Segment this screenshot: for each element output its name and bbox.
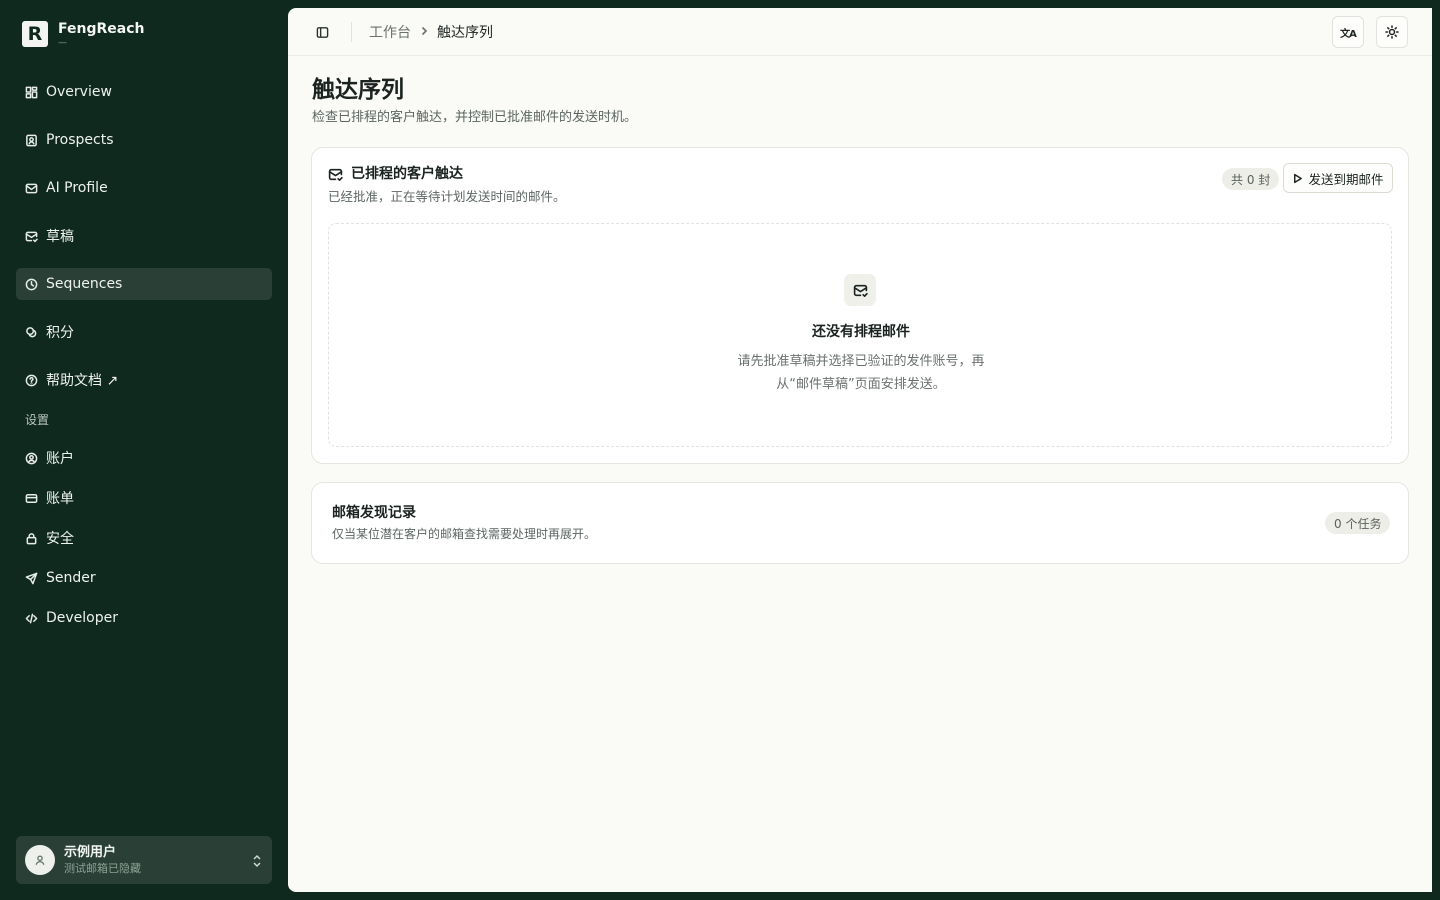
brand-name: FengReach bbox=[58, 21, 145, 37]
sidebar-item-label: 帮助文档 ↗ bbox=[46, 373, 119, 389]
topbar: 工作台 触达序列 文A bbox=[288, 8, 1432, 56]
sidebar-item-credits[interactable]: 积分 bbox=[16, 316, 272, 348]
play-icon bbox=[1294, 173, 1303, 183]
prospects-icon bbox=[25, 134, 38, 147]
theme-toggle-button[interactable] bbox=[1376, 16, 1408, 48]
sidebar-item-billing[interactable]: 账单 bbox=[16, 482, 272, 514]
page-description: 检查已排程的客户触达，并控制已批准邮件的发送时机。 bbox=[312, 110, 638, 125]
scheduled-card-description: 已经批准，正在等待计划发送时间的邮件。 bbox=[328, 189, 566, 204]
email-count-badge: 共 0 封 bbox=[1222, 168, 1280, 190]
sidebar-item-label: 积分 bbox=[46, 325, 74, 341]
user-email: 测试邮箱已隐藏 bbox=[64, 862, 141, 875]
sidebar-item-label: 账户 bbox=[46, 451, 74, 467]
empty-state-title: 还没有排程邮件 bbox=[812, 324, 910, 340]
lock-icon bbox=[25, 532, 38, 545]
topbar-divider bbox=[351, 22, 352, 42]
sun-icon bbox=[1385, 25, 1399, 39]
user-name: 示例用户 bbox=[64, 845, 117, 860]
sidebar-item-label: Sequences bbox=[46, 276, 123, 292]
sidebar-item-developer[interactable]: Developer bbox=[16, 602, 272, 634]
main-content: 工作台 触达序列 文A 触达序列 检查已排程的客户触达，并控制已批准邮件的发送时… bbox=[288, 8, 1432, 892]
send-due-emails-button[interactable]: 发送到期邮件 bbox=[1283, 163, 1393, 193]
clock-icon bbox=[25, 278, 38, 291]
user-circle-icon bbox=[25, 452, 38, 465]
sidebar-item-label: Overview bbox=[46, 84, 112, 100]
sidebar-item-label: Developer bbox=[46, 610, 119, 626]
discovery-card-title: 邮箱发现记录 bbox=[332, 505, 416, 521]
sidebar-item-drafts[interactable]: 草稿 bbox=[16, 220, 272, 252]
sidebar-item-sequences[interactable]: Sequences bbox=[16, 268, 272, 300]
dashboard-icon bbox=[25, 86, 38, 99]
brand[interactable]: R FengReach — bbox=[22, 20, 144, 48]
empty-state: 还没有排程邮件 请先批准草稿并选择已验证的发件账号，再从“邮件草稿”页面安排发送… bbox=[328, 223, 1392, 447]
empty-state-description: 请先批准草稿并选择已验证的发件账号，再从“邮件草稿”页面安排发送。 bbox=[737, 354, 985, 392]
brand-subtitle: — bbox=[58, 38, 67, 48]
translate-icon: 文A bbox=[1340, 28, 1357, 40]
breadcrumb: 工作台 触达序列 bbox=[369, 22, 493, 42]
settings-nav: 账户 账单 安全 Sender Developer bbox=[16, 442, 272, 634]
main-nav: Overview Prospects AI Profile 草稿 Sequenc… bbox=[16, 76, 272, 642]
sidebar-item-label: Prospects bbox=[46, 132, 114, 148]
email-discovery-card[interactable]: 邮箱发现记录 仅当某位潜在客户的邮箱查找需要处理时再展开。 0 个任务 bbox=[311, 482, 1409, 564]
brand-logo-icon: R bbox=[22, 21, 48, 47]
sidebar-toggle-button[interactable] bbox=[314, 24, 330, 40]
profile-icon bbox=[25, 182, 38, 195]
send-due-emails-label: 发送到期邮件 bbox=[1308, 172, 1384, 187]
sidebar-item-label: 安全 bbox=[46, 531, 74, 547]
language-button[interactable]: 文A bbox=[1332, 16, 1364, 48]
settings-section-label: 设置 bbox=[25, 413, 50, 427]
breadcrumb-root-link[interactable]: 工作台 bbox=[369, 22, 411, 42]
chevron-right-icon bbox=[419, 24, 429, 40]
discovery-card-description: 仅当某位潜在客户的邮箱查找需要处理时再展开。 bbox=[332, 527, 597, 541]
sidebar-item-label: 账单 bbox=[46, 491, 74, 507]
sidebar-item-sender[interactable]: Sender bbox=[16, 562, 272, 594]
sidebar-item-account[interactable]: 账户 bbox=[16, 442, 272, 474]
mail-check-icon bbox=[844, 274, 876, 306]
breadcrumb-current: 触达序列 bbox=[437, 25, 493, 41]
sidebar-item-prospects[interactable]: Prospects bbox=[16, 124, 272, 156]
sidebar: R FengReach — Overview Prospects AI Prof… bbox=[0, 0, 288, 900]
task-count-badge: 0 个任务 bbox=[1325, 512, 1391, 534]
avatar bbox=[25, 845, 55, 875]
user-menu[interactable]: 示例用户 测试邮箱已隐藏 bbox=[16, 836, 272, 884]
sidebar-item-help-docs[interactable]: 帮助文档 ↗ bbox=[16, 364, 272, 396]
user-icon bbox=[35, 855, 45, 865]
scheduled-card-header: 已排程的客户触达 bbox=[328, 164, 463, 184]
mail-check-icon bbox=[328, 168, 343, 181]
scheduled-outreach-card: 已排程的客户触达 已经批准，正在等待计划发送时间的邮件。 共 0 封 发送到期邮… bbox=[311, 147, 1409, 464]
sidebar-item-label: AI Profile bbox=[46, 180, 108, 196]
coins-icon bbox=[25, 326, 38, 339]
credit-card-icon bbox=[25, 492, 38, 505]
scheduled-card-title: 已排程的客户触达 bbox=[351, 166, 463, 182]
panel-left-icon bbox=[316, 26, 328, 38]
sidebar-item-label: 草稿 bbox=[46, 229, 74, 245]
chevron-up-down-icon bbox=[252, 853, 262, 868]
sidebar-item-label: Sender bbox=[46, 570, 96, 586]
mail-draft-icon bbox=[25, 230, 38, 243]
help-circle-icon bbox=[25, 374, 38, 387]
send-icon bbox=[25, 572, 38, 585]
sidebar-item-security[interactable]: 安全 bbox=[16, 522, 272, 554]
sidebar-item-overview[interactable]: Overview bbox=[16, 76, 272, 108]
page-title: 触达序列 bbox=[312, 77, 404, 103]
code-icon bbox=[25, 612, 38, 625]
sidebar-item-ai-profile[interactable]: AI Profile bbox=[16, 172, 272, 204]
